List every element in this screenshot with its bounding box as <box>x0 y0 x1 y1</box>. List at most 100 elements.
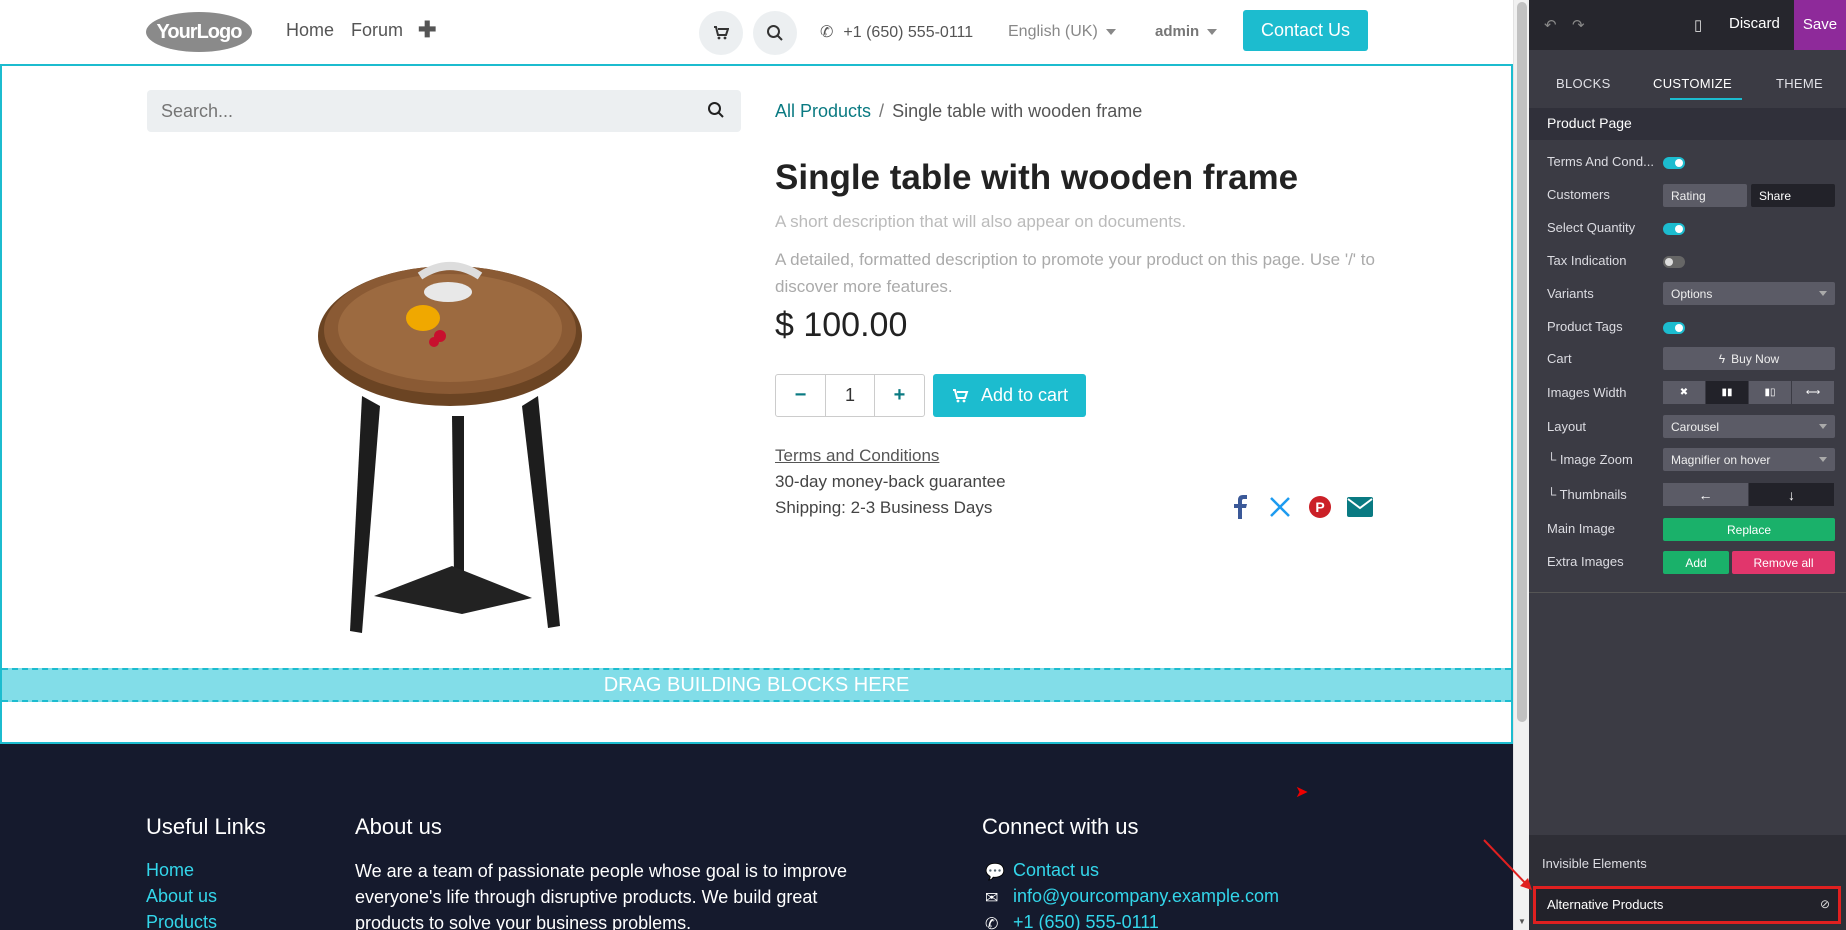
select-quantity-toggle[interactable] <box>1663 223 1685 235</box>
save-button[interactable]: Save <box>1794 0 1846 50</box>
footer-link-about[interactable]: About us <box>146 886 217 907</box>
editor-panel: ↶ ↷ ▯ Discard Save BLOCKS CUSTOMIZE THEM… <box>1529 0 1846 930</box>
increase-quantity-button[interactable]: + <box>875 375 924 416</box>
tax-indication-toggle[interactable] <box>1663 256 1685 268</box>
width-none-icon[interactable]: ✖ <box>1663 381 1706 404</box>
option-image-zoom-label: └ Image Zoom <box>1547 452 1633 467</box>
site-logo[interactable]: YourLogo <box>146 12 252 52</box>
breadcrumb-all-products[interactable]: All Products <box>775 101 871 121</box>
thumbnails-text: Thumbnails <box>1559 487 1627 502</box>
option-images-width-label: Images Width <box>1547 385 1627 400</box>
nav-forum[interactable]: Forum <box>351 20 403 41</box>
remove-all-images-button[interactable]: Remove all <box>1732 551 1835 574</box>
product-image[interactable] <box>302 246 602 656</box>
scroll-down-icon[interactable]: ▼ <box>1518 917 1526 926</box>
search-button[interactable] <box>753 11 797 55</box>
search-icon[interactable] <box>707 101 725 119</box>
cart-select[interactable]: ϟ Buy Now <box>1663 347 1835 370</box>
thumbnails-options: ← ↓ <box>1663 483 1835 506</box>
quantity-input[interactable]: 1 <box>825 375 875 416</box>
add-to-cart-label: Add to cart <box>980 385 1069 405</box>
variants-select[interactable]: Options <box>1663 282 1835 305</box>
page-scrollbar[interactable]: ▼ <box>1513 0 1529 930</box>
option-variants-label: Variants <box>1547 286 1594 301</box>
header-phone[interactable]: ✆ +1 (650) 555-0111 <box>820 22 973 42</box>
breadcrumb-current: Single table with wooden frame <box>892 101 1143 121</box>
undo-icon[interactable]: ↶ <box>1544 16 1557 34</box>
product-section: All Products / Single table with wooden fr… <box>0 64 1513 744</box>
add-extra-images-button[interactable]: Add <box>1663 551 1729 574</box>
customers-rating-button[interactable]: Rating <box>1663 184 1747 207</box>
chevron-down-icon <box>1105 28 1116 35</box>
cart-button[interactable] <box>699 11 743 55</box>
contact-us-button[interactable]: Contact Us <box>1243 10 1368 51</box>
customers-share-button[interactable]: Share <box>1751 184 1835 207</box>
svg-text:P: P <box>1315 499 1324 515</box>
option-cart-label: Cart <box>1547 351 1572 366</box>
product-short-description[interactable]: A short description that will also appea… <box>775 212 1186 232</box>
layout-select[interactable]: Carousel <box>1663 415 1835 438</box>
option-layout-label: Layout <box>1547 419 1587 434</box>
terms-link[interactable]: Terms and Conditions <box>775 446 939 466</box>
footer-connect-title: Connect with us <box>982 814 1139 839</box>
thumbnails-bottom-icon[interactable]: ↓ <box>1749 483 1835 506</box>
thumbnails-left-icon[interactable]: ← <box>1663 483 1749 506</box>
scrollbar-thumb[interactable] <box>1517 2 1527 722</box>
decrease-quantity-button[interactable]: − <box>776 375 825 416</box>
eye-slash-icon[interactable]: ⊘ <box>1820 897 1830 911</box>
breadcrumb: All Products / Single table with wooden fr… <box>775 101 1142 122</box>
layout-value: Carousel <box>1671 419 1720 434</box>
user-dropdown[interactable]: admin <box>1155 23 1218 40</box>
language-dropdown[interactable]: English (UK) <box>1008 23 1116 41</box>
invisible-item-alternative-products[interactable]: Alternative Products ⊘ <box>1533 886 1841 924</box>
annotation-arrow-icon <box>1483 839 1532 890</box>
chevron-down-icon <box>1819 291 1827 296</box>
tab-blocks[interactable]: BLOCKS <box>1556 76 1611 91</box>
product-title[interactable]: Single table with wooden frame <box>775 158 1298 198</box>
nav-home[interactable]: Home <box>286 20 334 41</box>
discard-button[interactable]: Discard <box>1729 15 1780 32</box>
replace-image-button[interactable]: Replace <box>1663 518 1835 541</box>
site-header: YourLogo Home Forum ✚ ✆ +1 (650) 555-0111… <box>0 0 1513 62</box>
guarantee-text: 30-day money-back guarantee <box>775 472 1006 491</box>
cart-icon <box>952 388 969 402</box>
image-zoom-select[interactable]: Magnifier on hover <box>1663 448 1835 471</box>
width-full-icon[interactable]: ⟷ <box>1792 381 1835 404</box>
breadcrumb-separator: / <box>879 101 885 121</box>
chat-icon: 💬 <box>985 864 1005 881</box>
x-twitter-icon[interactable] <box>1267 494 1293 520</box>
option-main-image-label: Main Image <box>1547 521 1615 536</box>
footer-phone-link[interactable]: +1 (650) 555-0111 <box>1013 912 1159 930</box>
redo-icon[interactable]: ↷ <box>1572 16 1585 34</box>
mobile-preview-icon[interactable]: ▯ <box>1694 16 1702 34</box>
variants-value: Options <box>1671 286 1713 301</box>
footer-about-title: About us <box>355 814 442 839</box>
footer-contact-link[interactable]: Contact us <box>1013 860 1099 881</box>
shipping-text: Shipping: 2-3 Business Days <box>775 498 993 517</box>
width-half-icon[interactable]: ▮▮ <box>1706 381 1749 404</box>
footer-email-link[interactable]: info@yourcompany.example.com <box>1013 886 1279 907</box>
active-tab-underline <box>1670 98 1742 100</box>
cursor-arrow-icon: ➤ <box>1295 784 1309 801</box>
email-icon[interactable] <box>1347 494 1373 520</box>
site-footer: Useful Links Home About us Products Abou… <box>0 744 1513 930</box>
footer-link-products[interactable]: Products <box>146 912 217 930</box>
terms-toggle[interactable] <box>1663 157 1685 169</box>
search-input[interactable] <box>147 90 741 132</box>
product-tags-toggle[interactable] <box>1663 322 1685 334</box>
add-to-cart-button[interactable]: Add to cart <box>933 374 1086 417</box>
add-menu-icon[interactable]: ✚ <box>418 17 436 43</box>
search-icon <box>767 25 783 41</box>
invisible-elements-title: Invisible Elements <box>1542 856 1647 871</box>
width-third-icon[interactable]: ▮▯ <box>1749 381 1792 404</box>
drop-zone[interactable]: DRAG BUILDING BLOCKS HERE <box>2 668 1511 702</box>
product-description[interactable]: A detailed, formatted description to pro… <box>775 246 1375 300</box>
cart-value: Buy Now <box>1731 351 1780 366</box>
cart-icon <box>714 26 729 40</box>
tab-theme[interactable]: THEME <box>1776 76 1823 91</box>
footer-link-home[interactable]: Home <box>146 860 194 881</box>
phone-icon: ✆ <box>985 916 999 930</box>
pinterest-icon[interactable]: P <box>1307 494 1333 520</box>
facebook-icon[interactable] <box>1227 494 1253 520</box>
tab-customize[interactable]: CUSTOMIZE <box>1653 76 1732 91</box>
